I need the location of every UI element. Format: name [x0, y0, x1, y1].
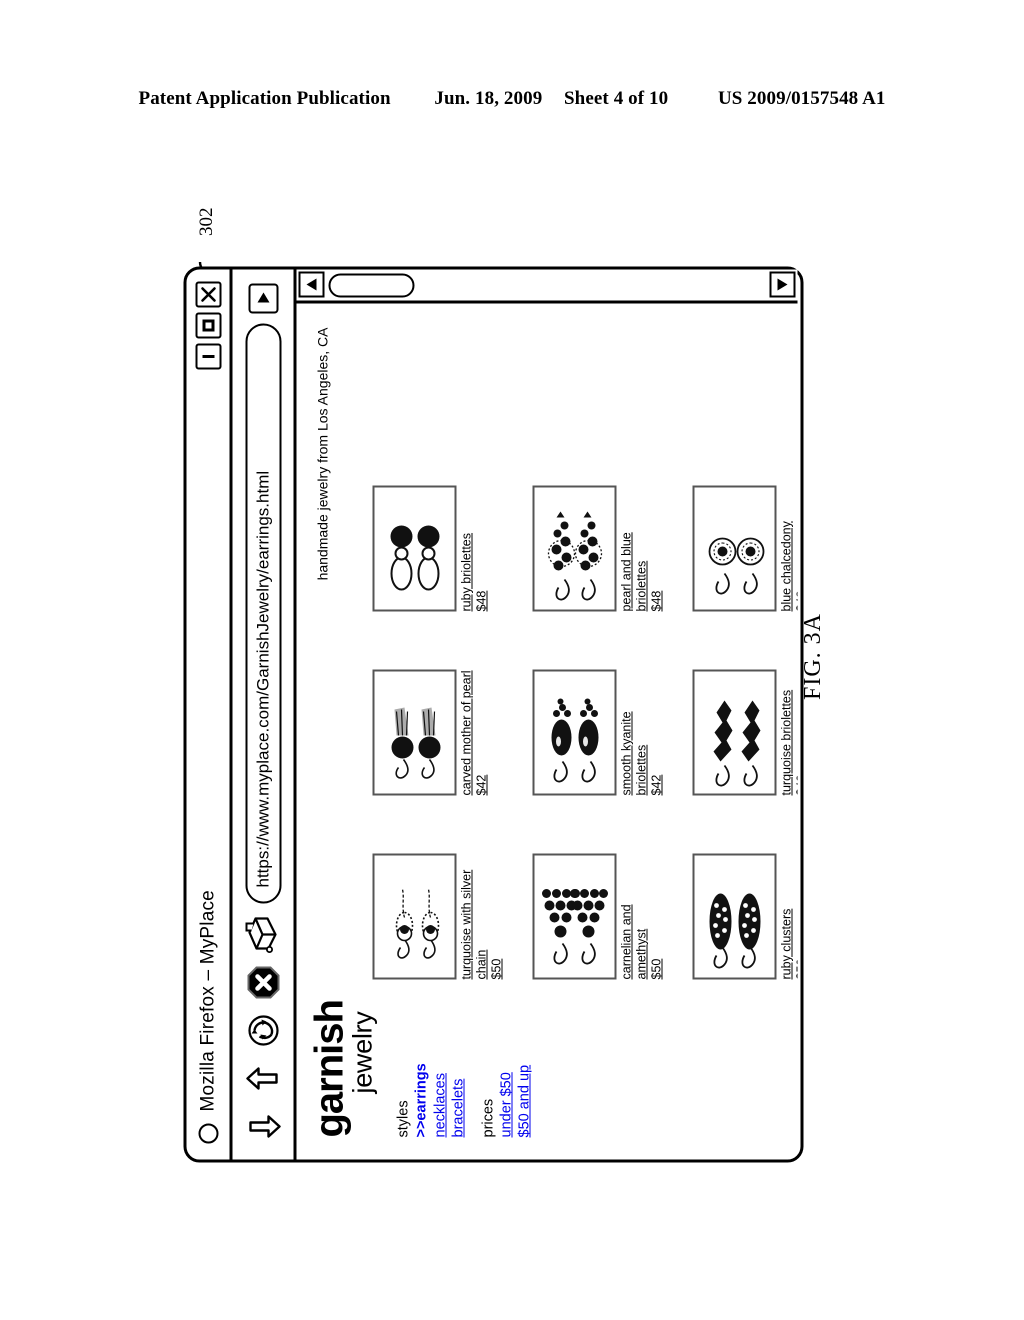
product-name[interactable]: smooth kyanite briolettes — [620, 711, 649, 795]
web-page: garnish jewelry handmade jewelry from Lo… — [297, 304, 798, 1160]
product-caption: blue chalcedony $48 — [780, 486, 798, 612]
nav-item-earrings[interactable]: >>earrings — [413, 1063, 431, 1137]
product-name[interactable]: turquoise with silver chain — [460, 870, 489, 980]
go-button[interactable] — [248, 283, 278, 314]
product-thumbnail[interactable] — [532, 485, 617, 612]
earrings-ruby-clusters-image — [709, 893, 761, 969]
close-icon — [201, 287, 216, 302]
product-caption: pearl and blue briolettes $48 — [620, 486, 664, 612]
product-thumbnail[interactable] — [692, 853, 777, 980]
reference-numeral-302: 302 — [196, 207, 217, 237]
earrings-smooth-kyanite-briolettes-image — [551, 698, 599, 783]
product-thumbnail[interactable] — [372, 853, 457, 980]
product-price[interactable]: $50 — [649, 959, 664, 980]
product-name[interactable]: ruby briolettes — [460, 533, 474, 612]
product-card[interactable]: blue chalcedony $48 — [692, 462, 798, 612]
nav-item-bracelets[interactable]: bracelets — [449, 1079, 467, 1138]
window-title: Mozilla Firefox – MyPlace — [197, 890, 219, 1112]
earrings-turquoise-briolettes-image — [713, 700, 761, 787]
scrollbar-thumb[interactable] — [328, 273, 415, 298]
nav-item-50-and-up[interactable]: $50 and up — [516, 1065, 534, 1138]
home-icon — [245, 917, 277, 953]
window-controls — [195, 281, 222, 370]
product-thumbnail[interactable] — [692, 485, 777, 612]
nav-item-necklaces[interactable]: necklaces — [431, 1073, 449, 1137]
product-card[interactable]: carved mother of pearl $42 — [372, 646, 521, 796]
scroll-down-button[interactable] — [769, 272, 796, 298]
product-price[interactable]: $48 — [794, 591, 797, 612]
product-name[interactable]: carved mother of pearl — [460, 670, 474, 795]
product-caption: turquoise briolettes $42 — [780, 670, 798, 796]
product-price[interactable]: $48 — [649, 591, 664, 612]
triangle-down-icon — [777, 279, 788, 291]
browser-content-shell: garnish jewelry handmade jewelry from Lo… — [296, 269, 798, 1160]
browser-toolbar: https://www.myplace.com/GarnishJewelry/e… — [232, 269, 297, 1160]
product-caption: carved mother of pearl $42 — [460, 670, 490, 796]
product-price[interactable]: $42 — [794, 775, 797, 796]
back-arrow-icon — [248, 1115, 281, 1138]
earrings-blue-chalcedony-image — [708, 537, 765, 595]
product-caption: ruby clusters $50 — [780, 854, 798, 980]
earrings-carved-mother-of-pearl-image — [391, 707, 441, 779]
product-caption: carnelian and amethyst $50 — [620, 854, 664, 980]
earrings-pearl-blue-briolettes-image — [547, 511, 603, 601]
home-button[interactable] — [240, 912, 286, 958]
maximize-button[interactable] — [195, 312, 222, 339]
product-thumbnail[interactable] — [372, 485, 457, 612]
product-grid: turquoise with silver chain $50 carved m… — [372, 462, 798, 980]
product-name[interactable]: carnelian and amethyst — [620, 904, 649, 979]
app-circle-icon — [198, 1123, 219, 1144]
figure-stage: 302 FIG. 3A Mozilla Firefox – MyPlace ht… — [0, 0, 1024, 1320]
product-card[interactable]: pearl and blue briolettes $48 — [532, 462, 681, 612]
stop-icon — [247, 966, 279, 999]
rotated-browser-wrapper: Mozilla Firefox – MyPlace https://www.my… — [183, 263, 809, 1163]
close-button[interactable] — [195, 281, 222, 308]
product-price[interactable]: $42 — [649, 775, 664, 796]
triangle-up-icon — [306, 279, 317, 291]
product-price[interactable]: $50 — [489, 959, 504, 980]
earrings-turquoise-silver-chain-image — [395, 889, 440, 959]
browser-title-bar: Mozilla Firefox – MyPlace — [186, 269, 233, 1160]
product-card[interactable]: carnelian and amethyst $50 — [532, 830, 681, 980]
page-viewport: garnish jewelry handmade jewelry from Lo… — [297, 304, 798, 1160]
product-price[interactable]: $42 — [474, 775, 489, 796]
page-scrollbar[interactable] — [296, 269, 798, 304]
nav-item-under-50[interactable]: under $50 — [497, 1072, 515, 1137]
site-tagline: handmade jewelry from Los Angeles, CA — [314, 327, 331, 581]
back-button[interactable] — [240, 1104, 286, 1150]
scrollbar-track[interactable] — [327, 270, 768, 301]
product-card[interactable]: ruby clusters $50 — [692, 830, 798, 980]
product-name[interactable]: ruby clusters — [780, 909, 794, 980]
product-price[interactable]: $50 — [794, 959, 797, 980]
play-triangle-icon — [257, 292, 269, 303]
earrings-ruby-briolettes-image — [390, 525, 440, 591]
product-card[interactable]: smooth kyanite briolettes $42 — [532, 646, 681, 796]
product-price[interactable]: $48 — [474, 591, 489, 612]
url-bar[interactable]: https://www.myplace.com/GarnishJewelry/e… — [245, 323, 281, 904]
product-name[interactable]: pearl and blue briolettes — [620, 532, 649, 611]
product-thumbnail[interactable] — [692, 669, 777, 796]
product-caption: smooth kyanite briolettes $42 — [620, 670, 664, 796]
product-card[interactable]: turquoise with silver chain $50 — [372, 830, 521, 980]
product-caption: ruby briolettes $48 — [460, 486, 490, 612]
browser-window: Mozilla Firefox – MyPlace https://www.my… — [183, 266, 804, 1163]
product-name[interactable]: turquoise briolettes — [780, 690, 794, 796]
forward-button[interactable] — [240, 1056, 286, 1102]
product-thumbnail[interactable] — [532, 853, 617, 980]
forward-arrow-icon — [245, 1067, 278, 1090]
product-thumbnail[interactable] — [532, 669, 617, 796]
minimize-button[interactable] — [195, 343, 222, 370]
stop-button[interactable] — [240, 960, 286, 1006]
product-card[interactable]: ruby briolettes $48 — [372, 462, 521, 612]
product-caption: turquoise with silver chain $50 — [460, 854, 504, 980]
scroll-up-button[interactable] — [298, 272, 325, 298]
product-thumbnail[interactable] — [372, 669, 457, 796]
product-card[interactable]: turquoise briolettes $42 — [692, 646, 798, 796]
earrings-carnelian-amethyst-image — [542, 889, 608, 965]
url-text: https://www.myplace.com/GarnishJewelry/e… — [253, 470, 272, 888]
reload-icon — [247, 1015, 279, 1046]
reload-button[interactable] — [240, 1008, 286, 1054]
product-name[interactable]: blue chalcedony — [780, 521, 794, 611]
